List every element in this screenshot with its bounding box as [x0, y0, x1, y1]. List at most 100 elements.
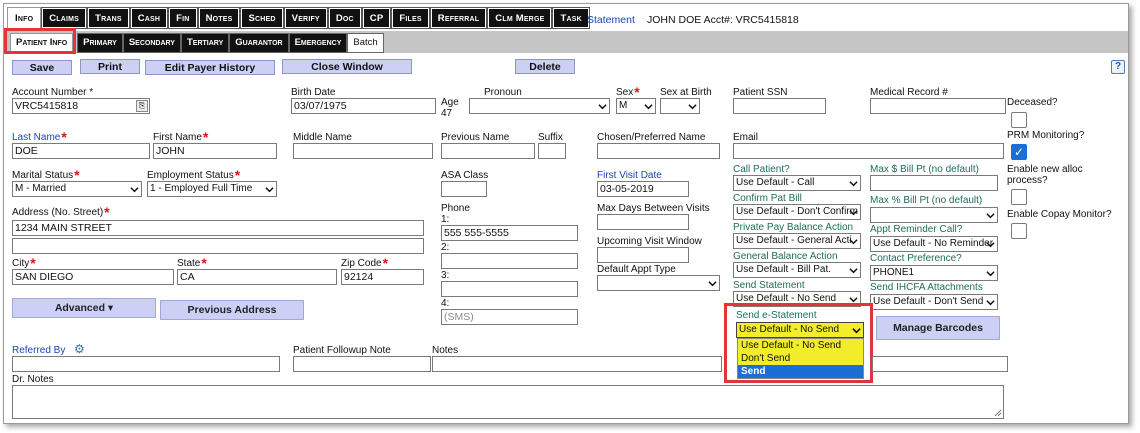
subtab-emergency[interactable]: Emergency [288, 33, 348, 53]
middle-name-input[interactable] [293, 143, 433, 159]
tab-cash[interactable]: Cash [129, 7, 169, 29]
statement-link[interactable]: Statement [587, 14, 635, 26]
prm-monitoring-checkbox[interactable]: ✓ [1011, 144, 1027, 160]
manage-barcodes-button[interactable]: Manage Barcodes [876, 316, 1000, 340]
prm-monitoring-label: PRM Monitoring? [1007, 130, 1085, 141]
followup-note-input[interactable] [293, 356, 431, 372]
city-label-text: City [12, 258, 30, 269]
dr-notes-textarea[interactable] [12, 385, 1004, 419]
subtab-batch[interactable]: Batch [347, 33, 384, 53]
medical-record-label: Medical Record # [870, 87, 948, 98]
account-number-input[interactable]: VRC5415818 ⎘ [12, 98, 150, 114]
email-input[interactable] [733, 143, 1004, 159]
tab-files[interactable]: Files [391, 7, 430, 29]
employment-status-label: Employment Status* [147, 167, 241, 183]
pronoun-select[interactable] [469, 98, 610, 114]
subtab-guarantor[interactable]: Guarantor [229, 33, 289, 53]
edit-payer-history-button[interactable]: Edit Payer History [145, 60, 275, 75]
call-patient-select[interactable]: Use Default - Call [733, 175, 861, 191]
tab-clm-merge[interactable]: Clm Merge [487, 7, 553, 29]
phone-3-input[interactable] [441, 281, 578, 297]
chevron-down-icon [986, 213, 995, 219]
marital-status-label: Marital Status* [12, 167, 80, 183]
tab-referral[interactable]: Referral [429, 7, 488, 29]
default-appt-type-select[interactable] [597, 275, 720, 291]
birth-date-input[interactable]: 03/07/1975 [291, 98, 436, 114]
general-balance-label: General Balance Action [733, 251, 838, 262]
tab-sched[interactable]: Sched [240, 7, 284, 29]
close-window-button[interactable]: Close Window [282, 59, 412, 74]
max-pct-bill-select[interactable] [870, 207, 998, 223]
subtab-primary[interactable]: Primary [77, 33, 123, 53]
chevron-down-icon [688, 104, 697, 110]
delete-button[interactable]: Delete [515, 59, 575, 74]
chosen-name-input[interactable] [597, 143, 720, 159]
zip-input[interactable]: 92124 [341, 269, 424, 285]
enable-copay-checkbox[interactable] [1011, 223, 1027, 239]
copy-icon[interactable]: ⎘ [136, 100, 148, 112]
help-icon[interactable]: ? [1111, 60, 1125, 74]
enable-new-alloc-checkbox[interactable] [1011, 189, 1027, 205]
sex-select[interactable]: M [616, 98, 656, 114]
first-visit-date-input[interactable]: 03-05-2019 [597, 181, 689, 197]
tab-cp[interactable]: CP [361, 7, 392, 29]
address-line2-input[interactable] [12, 238, 424, 254]
sex-at-birth-select[interactable] [660, 98, 700, 114]
city-input[interactable]: SAN DIEGO [12, 269, 174, 285]
referred-by-label[interactable]: Referred By [12, 345, 65, 356]
medical-record-input[interactable] [870, 98, 1006, 114]
previous-address-button[interactable]: Previous Address [160, 300, 304, 320]
tab-trans[interactable]: Trans [87, 7, 130, 29]
patient-info-highlight [4, 28, 76, 54]
referred-by-input[interactable] [12, 356, 280, 372]
resize-handle-icon[interactable] [994, 409, 1002, 417]
confirm-pat-bill-select[interactable]: Use Default - Don't Confirm [733, 204, 861, 220]
employment-status-value: 1 - Employed Full Time [150, 183, 253, 194]
suffix-input[interactable] [538, 143, 566, 159]
first-visit-date-label: First Visit Date [597, 170, 662, 181]
advanced-button[interactable]: Advanced ▾ [12, 298, 156, 318]
appt-reminder-select[interactable]: Use Default - No Reminder [870, 236, 998, 252]
private-pay-select[interactable]: Use Default - General Acti [733, 233, 861, 249]
patient-ssn-input[interactable] [733, 98, 826, 114]
max-days-input[interactable] [597, 214, 689, 230]
upcoming-visit-input[interactable] [597, 247, 689, 263]
deceased-label: Deceased? [1007, 97, 1058, 108]
send-ihcfa-select[interactable]: Use Default - Don't Send [870, 294, 998, 310]
max-bill-pt-input[interactable] [870, 175, 998, 191]
tab-task[interactable]: Task [552, 7, 590, 29]
tab-doc[interactable]: Doc [327, 7, 362, 29]
save-button[interactable]: Save [12, 60, 72, 75]
contact-preference-select[interactable]: PHONE1 [870, 265, 998, 281]
chevron-down-icon [708, 281, 717, 287]
state-input[interactable]: CA [177, 269, 337, 285]
print-button[interactable]: Print [80, 59, 140, 74]
notes-input[interactable] [432, 356, 722, 372]
tab-notes[interactable]: Notes [197, 7, 241, 29]
subtab-secondary[interactable]: Secondary [122, 33, 181, 53]
address-line1-input[interactable]: 1234 MAIN STREET [12, 220, 424, 236]
asa-class-input[interactable] [441, 181, 487, 197]
last-name-input[interactable]: DOE [12, 143, 150, 159]
tab-verify[interactable]: Verify [283, 7, 328, 29]
notes-input-extension[interactable] [872, 356, 1008, 372]
marital-status-select[interactable]: M - Married [12, 181, 142, 197]
first-name-input[interactable]: JOHN [153, 143, 277, 159]
deceased-checkbox[interactable] [1011, 112, 1027, 128]
tab-fin[interactable]: Fin [168, 7, 198, 29]
chevron-down-icon [986, 242, 995, 248]
notes-label: Notes [432, 345, 459, 356]
phone-2-input[interactable] [441, 253, 578, 269]
gear-icon[interactable]: ⚙ [74, 342, 85, 356]
phone-4-input[interactable]: (SMS) [441, 309, 578, 325]
employment-status-select[interactable]: 1 - Employed Full Time [147, 181, 277, 197]
tab-info[interactable]: Info [6, 7, 42, 29]
tab-claims[interactable]: Claims [41, 7, 88, 29]
previous-name-input[interactable] [441, 143, 535, 159]
phone-1-input[interactable]: 555 555-5555 [441, 225, 578, 241]
chevron-down-icon [986, 271, 995, 277]
state-label-text: State [177, 258, 201, 269]
subtab-tertiary[interactable]: Tertiary [180, 33, 230, 53]
general-balance-select[interactable]: Use Default - Bill Pat. [733, 262, 861, 278]
chevron-down-icon [265, 187, 274, 193]
